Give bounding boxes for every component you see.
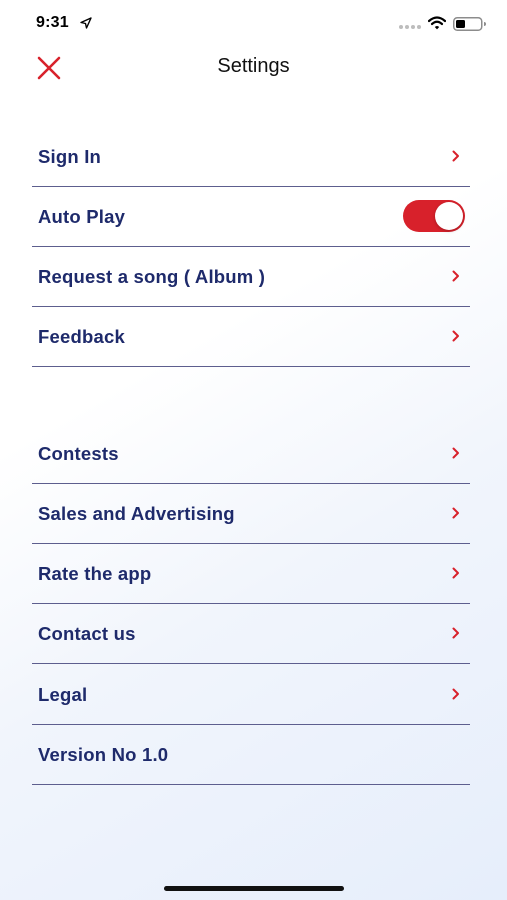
- auto-play-label: Auto Play: [38, 206, 126, 227]
- sign-in-label: Sign In: [38, 146, 102, 167]
- auto-play-row: Auto Play: [32, 187, 470, 247]
- auto-play-toggle[interactable]: [403, 200, 465, 232]
- chevron-right-icon: [452, 507, 459, 519]
- contact-us-label: Contact us: [38, 623, 136, 644]
- sales-advertising-label: Sales and Advertising: [38, 503, 235, 524]
- request-song-row[interactable]: Request a song ( Album ): [32, 247, 470, 307]
- contests-row[interactable]: Contests: [32, 424, 470, 484]
- wifi-icon: [428, 16, 446, 30]
- status-time: 9:31: [36, 14, 69, 31]
- chevron-right-icon: [452, 627, 459, 639]
- chevron-right-icon: [452, 567, 459, 579]
- home-indicator: [164, 886, 344, 891]
- rate-app-label: Rate the app: [38, 563, 152, 584]
- settings-screen: 9:31 Settings Sign In Auto Play Request …: [0, 0, 507, 900]
- toggle-knob: [435, 202, 463, 230]
- legal-label: Legal: [38, 684, 88, 705]
- chevron-right-icon: [452, 270, 459, 282]
- feedback-label: Feedback: [38, 326, 125, 347]
- legal-row[interactable]: Legal: [32, 665, 470, 725]
- request-song-label: Request a song ( Album ): [38, 266, 266, 287]
- sign-in-row[interactable]: Sign In: [32, 127, 470, 187]
- version-row: Version No 1.0: [32, 725, 470, 785]
- battery-icon: [453, 17, 486, 31]
- signal-icon: [399, 25, 421, 29]
- chevron-right-icon: [452, 447, 459, 459]
- status-bar: 9:31: [0, 0, 507, 48]
- location-arrow-icon: [80, 17, 92, 29]
- contact-us-row[interactable]: Contact us: [32, 604, 470, 664]
- sales-advertising-row[interactable]: Sales and Advertising: [32, 484, 470, 544]
- page-title: Settings: [217, 55, 290, 77]
- version-label: Version No 1.0: [38, 744, 169, 765]
- rate-app-row[interactable]: Rate the app: [32, 544, 470, 604]
- chevron-right-icon: [452, 688, 459, 700]
- feedback-row[interactable]: Feedback: [32, 307, 470, 367]
- contests-label: Contests: [38, 443, 119, 464]
- chevron-right-icon: [452, 150, 459, 162]
- chevron-right-icon: [452, 330, 459, 342]
